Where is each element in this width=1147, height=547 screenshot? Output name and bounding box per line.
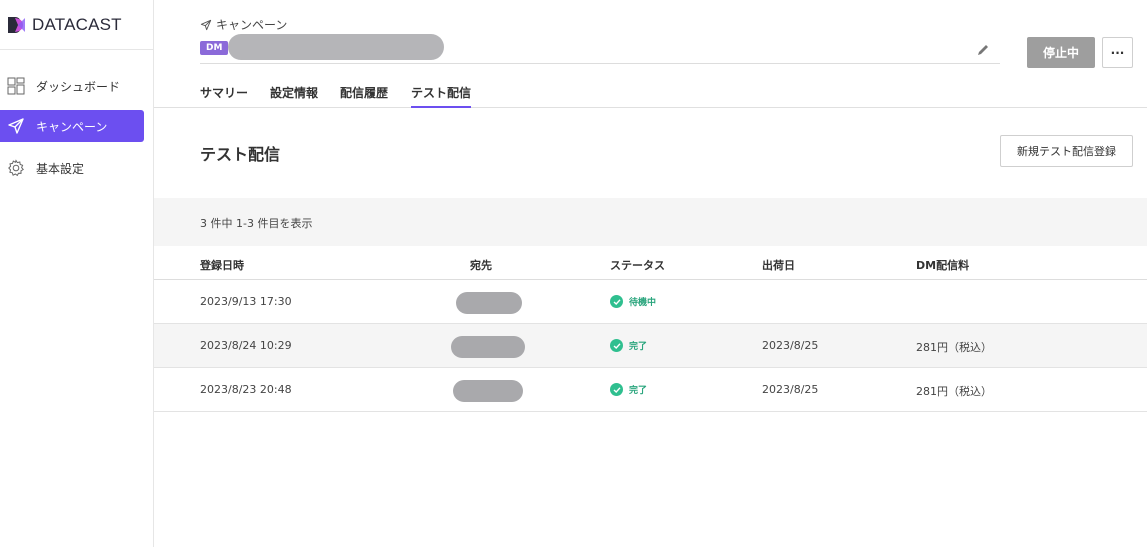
breadcrumb[interactable]: キャンペーン: [200, 16, 287, 33]
status-label: 待機中: [629, 298, 657, 308]
tab-test-delivery[interactable]: テスト配信: [411, 84, 472, 108]
column-registered-at: 登録日時: [200, 259, 244, 272]
tab-settings-info[interactable]: 設定情報: [270, 84, 318, 108]
recipient-redacted: [451, 336, 525, 358]
paper-plane-icon: [6, 116, 26, 136]
recipient-redacted: [453, 380, 523, 402]
sidebar-item-label: キャンペーン: [36, 119, 108, 134]
ship-date: 2023/8/25: [762, 339, 819, 352]
table-header: 登録日時 宛先 ステータス 出荷日 DM配信料: [154, 246, 1147, 280]
dm-fee: 281円（税込）: [916, 385, 992, 398]
pencil-icon[interactable]: [976, 42, 990, 61]
tab-delivery-history[interactable]: 配信履歴: [340, 84, 388, 108]
campaign-name-redacted: [228, 34, 444, 60]
sidebar-item-label: ダッシュボード: [36, 79, 121, 94]
registered-at: 2023/8/23 20:48: [200, 383, 292, 396]
recipient-redacted: [456, 292, 522, 314]
breadcrumb-label: キャンペーン: [216, 18, 288, 32]
column-recipient: 宛先: [470, 259, 492, 272]
registered-at: 2023/9/13 17:30: [200, 295, 292, 308]
table-row[interactable]: 2023/8/24 10:29 完了 2023/8/25 281円（税込）: [154, 324, 1147, 368]
app: DATACAST ダッシュボード キャンペーン 基本設定 キャンペーン DM 停…: [0, 0, 1147, 547]
results-count: 3 件中 1-3 件目を表示: [200, 217, 313, 230]
status-badge: 待機中: [610, 295, 656, 308]
more-options-button[interactable]: ···: [1102, 37, 1133, 68]
ship-date: 2023/8/25: [762, 383, 819, 396]
results-count-bar: 3 件中 1-3 件目を表示: [154, 198, 1147, 246]
sidebar: DATACAST ダッシュボード キャンペーン 基本設定: [0, 0, 154, 547]
status-stopped-button[interactable]: 停止中: [1027, 37, 1095, 68]
tab-summary[interactable]: サマリー: [200, 84, 248, 108]
table-row[interactable]: 2023/8/23 20:48 完了 2023/8/25 281円（税込）: [154, 368, 1147, 412]
tab-bar: サマリー 設定情報 配信履歴 テスト配信: [154, 78, 1147, 108]
column-ship-date: 出荷日: [762, 259, 795, 272]
registered-at: 2023/8/24 10:29: [200, 339, 292, 352]
check-circle-icon: [610, 339, 623, 352]
check-circle-icon: [610, 383, 623, 396]
gear-icon: [6, 158, 26, 178]
paper-plane-icon: [200, 19, 212, 30]
dm-fee: 281円（税込）: [916, 341, 992, 354]
dashboard-icon: [6, 76, 26, 96]
dm-badge: DM: [200, 41, 229, 55]
sidebar-item-campaign[interactable]: キャンペーン: [0, 110, 144, 142]
page-title: テスト配信: [200, 145, 281, 164]
column-dm-fee: DM配信料: [916, 259, 970, 272]
status-badge: 完了: [610, 383, 647, 396]
campaign-title-row: DM: [200, 34, 1000, 64]
status-label: 完了: [629, 386, 648, 396]
sidebar-item-settings[interactable]: 基本設定: [0, 152, 144, 184]
datacast-logo-icon: [6, 15, 26, 35]
new-test-delivery-button[interactable]: 新規テスト配信登録: [1000, 135, 1133, 167]
check-circle-icon: [610, 295, 623, 308]
status-badge: 完了: [610, 339, 647, 352]
brand-name: DATACAST: [32, 14, 122, 34]
sidebar-item-dashboard[interactable]: ダッシュボード: [0, 70, 144, 102]
logo[interactable]: DATACAST: [0, 0, 154, 50]
status-label: 完了: [629, 342, 648, 352]
table-row[interactable]: 2023/9/13 17:30 待機中: [154, 280, 1147, 324]
column-status: ステータス: [610, 259, 665, 272]
sidebar-item-label: 基本設定: [36, 161, 85, 176]
